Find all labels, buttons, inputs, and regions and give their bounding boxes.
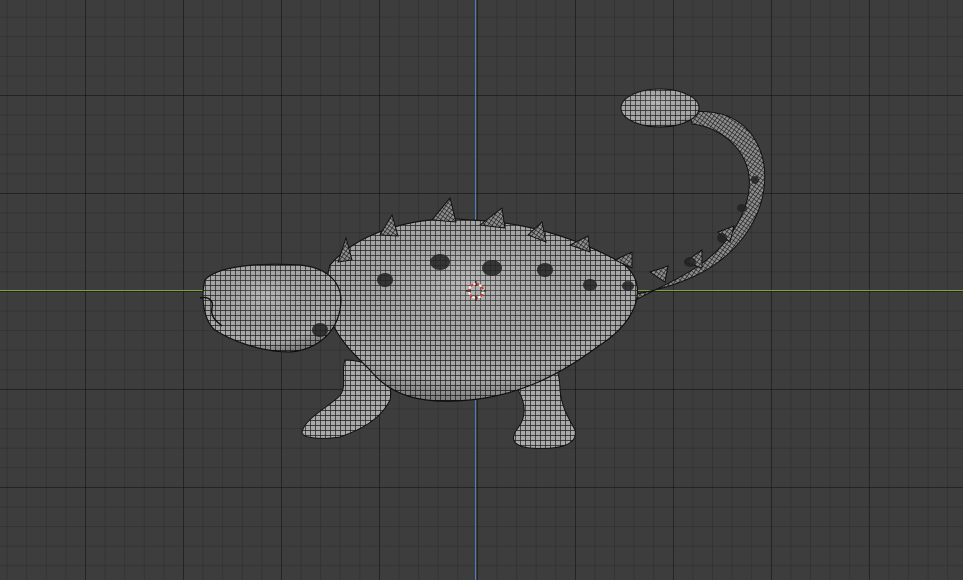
head bbox=[199, 263, 342, 353]
3d-cursor-icon[interactable] bbox=[466, 281, 486, 301]
3d-viewport[interactable] bbox=[0, 0, 963, 580]
body bbox=[325, 218, 638, 402]
